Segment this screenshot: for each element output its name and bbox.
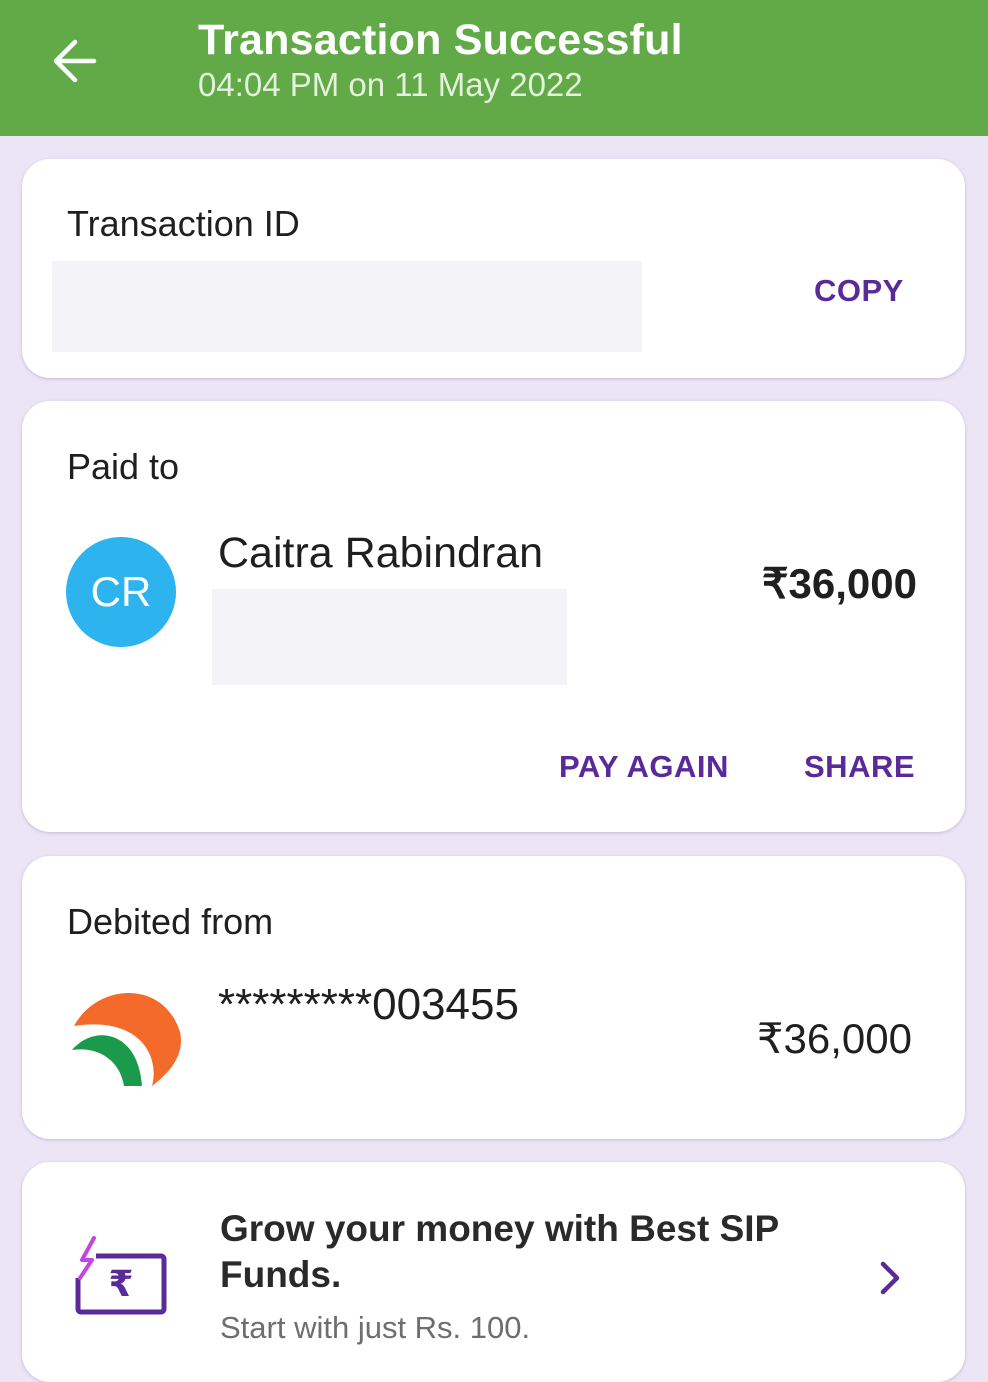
transaction-id-value-redacted: [52, 261, 642, 352]
chevron-right-icon[interactable]: [875, 1258, 905, 1298]
account-number: *********003455: [218, 980, 519, 1029]
debited-from-label: Debited from: [67, 901, 274, 942]
bank-logo-icon: [72, 992, 181, 1086]
paid-to-card: Paid to CR Caitra Rabindran ₹36,000 PAY …: [22, 401, 965, 832]
debited-from-card: Debited from *********003455 ₹36,000: [22, 856, 965, 1139]
debited-amount: ₹36,000: [756, 1015, 912, 1062]
back-button[interactable]: [44, 28, 110, 94]
transaction-id-label: Transaction ID: [67, 203, 300, 244]
transaction-timestamp: 04:04 PM on 11 May 2022: [198, 66, 583, 103]
transaction-id-card: Transaction ID COPY: [22, 159, 965, 378]
payee-avatar: CR: [66, 537, 176, 647]
copy-button[interactable]: COPY: [814, 273, 904, 309]
promo-title: Grow your money with Best SIP Funds.: [220, 1208, 779, 1295]
app-header: Transaction Successful 04:04 PM on 11 Ma…: [0, 0, 988, 136]
promo-subtitle: Start with just Rs. 100.: [220, 1310, 531, 1345]
avatar-initials: CR: [90, 568, 152, 615]
paid-to-label: Paid to: [67, 446, 180, 487]
payee-details-redacted: [212, 589, 567, 685]
back-arrow-icon: [53, 39, 97, 83]
payee-name: Caitra Rabindran: [218, 529, 544, 577]
share-button[interactable]: SHARE: [804, 749, 915, 785]
sip-rupee-icon: ₹: [72, 1236, 167, 1315]
page-title: Transaction Successful: [198, 16, 683, 64]
svg-text:₹: ₹: [108, 1264, 133, 1305]
paid-amount: ₹36,000: [761, 560, 917, 607]
sip-promo-card[interactable]: ₹ Grow your money with Best SIP Funds. S…: [22, 1162, 965, 1382]
pay-again-button[interactable]: PAY AGAIN: [559, 749, 729, 785]
